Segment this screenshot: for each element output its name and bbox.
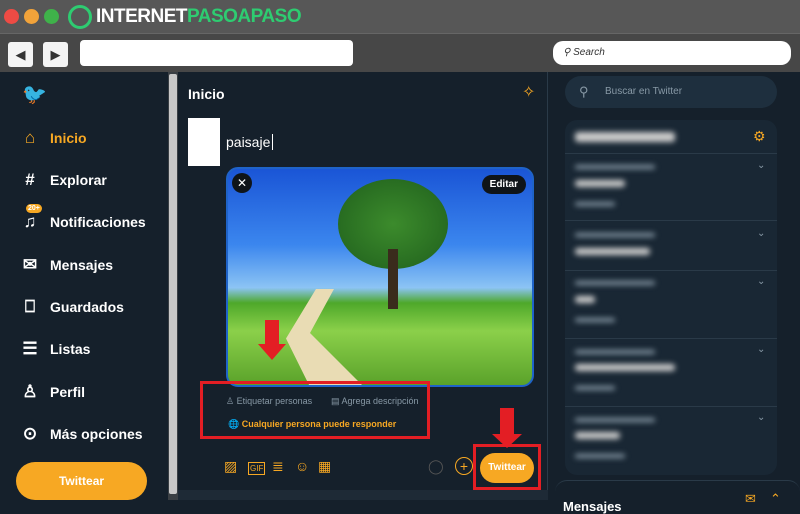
close-window-button[interactable]	[4, 9, 19, 24]
mail-icon: ✉	[22, 255, 38, 274]
sidebar-item-notificaciones[interactable]: ♫ 20+ Notificaciones	[20, 204, 146, 232]
scrollbar[interactable]	[168, 72, 178, 500]
chevron-down-icon[interactable]: ⌄	[757, 344, 765, 355]
blurred-text	[575, 296, 595, 303]
new-message-icon[interactable]: ✉	[745, 491, 756, 507]
chevron-down-icon[interactable]: ⌄	[757, 160, 765, 171]
blurred-text	[575, 165, 655, 169]
reply-setting-button[interactable]: 🌐 Cualquier persona puede responder	[228, 419, 396, 430]
character-counter-icon: ◯	[428, 458, 444, 474]
user-icon: ♙	[22, 382, 38, 401]
chevron-down-icon[interactable]: ⌄	[757, 228, 765, 239]
scrollbar-thumb[interactable]	[169, 74, 177, 494]
add-description-button[interactable]: ▤ Agrega descripción	[331, 396, 419, 407]
highlight-box-options	[200, 381, 430, 439]
blurred-text	[575, 432, 620, 439]
blurred-text	[575, 180, 625, 187]
gif-icon[interactable]: GIF	[248, 462, 266, 475]
more-icon: ⊙	[22, 424, 38, 443]
schedule-icon[interactable]: ▦	[318, 458, 331, 475]
blurred-text	[575, 233, 655, 237]
gear-icon[interactable]: ⚙	[753, 128, 766, 145]
main-timeline: Inicio ✧ paisaje ✕ Editar ♙ Etiquetar pe…	[178, 72, 548, 500]
image-icon[interactable]: ▨	[224, 458, 237, 475]
tree-image-trunk	[388, 249, 398, 309]
messages-drawer[interactable]: Mensajes ✉ ⌃	[555, 480, 800, 514]
blurred-heading	[575, 132, 675, 142]
site-logo: INTERNET PASOAPASO	[68, 4, 302, 29]
red-arrow	[500, 408, 514, 436]
trends-panel: ⚙ ⌄ ⌄ ⌄ ⌄ ⌄	[565, 120, 777, 475]
chevron-down-icon[interactable]: ⌄	[757, 412, 765, 423]
blurred-text	[575, 281, 655, 285]
sidebar-item-inicio[interactable]: ⌂ Inicio	[20, 128, 87, 148]
sidebar: 🐦 ⌂ Inicio # Explorar ♫ 20+ Notificaciones ✉…	[0, 72, 168, 500]
sidebar-item-perfil[interactable]: ♙ Perfil	[20, 382, 85, 402]
twitter-search-input[interactable]: ⚲ Buscar en Twitter	[565, 76, 777, 108]
sidebar-item-mensajes[interactable]: ✉ Mensajes	[20, 255, 113, 275]
twitter-logo-icon[interactable]: 🐦	[22, 82, 47, 107]
maximize-window-button[interactable]	[44, 9, 59, 24]
sparkle-icon[interactable]: ✧	[522, 82, 535, 102]
chevron-down-icon[interactable]: ⌄	[757, 276, 765, 287]
sidebar-item-guardados[interactable]: ⎕ Guardados	[20, 297, 124, 317]
sidebar-item-explorar[interactable]: # Explorar	[20, 170, 107, 190]
blurred-text	[575, 386, 615, 390]
logo-icon	[68, 4, 92, 29]
compose-input[interactable]: paisaje	[226, 134, 274, 150]
forward-button[interactable]: ▶	[43, 42, 68, 67]
sidebar-item-listas[interactable]: ☰ Listas	[20, 339, 90, 359]
blurred-text	[575, 248, 650, 255]
list-icon: ☰	[22, 339, 38, 358]
blurred-text	[575, 350, 655, 354]
road-image	[286, 289, 376, 385]
remove-image-button[interactable]: ✕	[232, 173, 252, 193]
blurred-text	[575, 318, 615, 322]
add-tweet-icon[interactable]: +	[455, 457, 473, 475]
blurred-text	[575, 418, 655, 422]
search-icon: ⚲	[579, 84, 589, 99]
browser-titlebar: INTERNET PASOAPASO	[0, 0, 800, 33]
browser-search[interactable]: ⚲ Search	[553, 41, 791, 65]
right-sidebar: ⚲ Buscar en Twitter ⚙ ⌄ ⌄ ⌄ ⌄ ⌄ Mensajes …	[555, 72, 800, 514]
red-arrow-head	[258, 344, 286, 360]
avatar[interactable]	[188, 118, 220, 166]
poll-icon[interactable]: ≣	[272, 458, 284, 475]
browser-navbar: ◀ ▶ ⚲ Search	[0, 33, 800, 72]
blurred-text	[575, 364, 675, 371]
tag-people-button[interactable]: ♙ Etiquetar personas	[226, 396, 312, 407]
hashtag-icon: #	[25, 170, 35, 189]
blurred-text	[575, 454, 625, 458]
sidebar-tweet-button[interactable]: Twittear	[16, 462, 147, 500]
url-bar[interactable]	[80, 40, 353, 66]
divider	[178, 490, 548, 500]
emoji-icon[interactable]: ☺	[295, 458, 309, 474]
page-title: Inicio	[188, 86, 225, 102]
messages-title: Mensajes	[563, 499, 622, 514]
notification-badge: 20+	[26, 204, 42, 213]
bell-icon: ♫ 20+	[23, 204, 42, 231]
minimize-window-button[interactable]	[24, 9, 39, 24]
blurred-text	[575, 202, 615, 206]
home-icon: ⌂	[24, 128, 36, 147]
globe-icon: 🌐	[228, 419, 240, 429]
edit-image-button[interactable]: Editar	[481, 175, 526, 194]
back-button[interactable]: ◀	[8, 42, 33, 67]
chevron-up-icon[interactable]: ⌃	[770, 491, 781, 507]
red-arrow	[265, 320, 279, 346]
bookmark-icon: ⎕	[24, 297, 36, 316]
sidebar-item-mas-opciones[interactable]: ⊙ Más opciones	[20, 424, 143, 444]
tweet-button[interactable]: Twittear	[480, 453, 534, 483]
